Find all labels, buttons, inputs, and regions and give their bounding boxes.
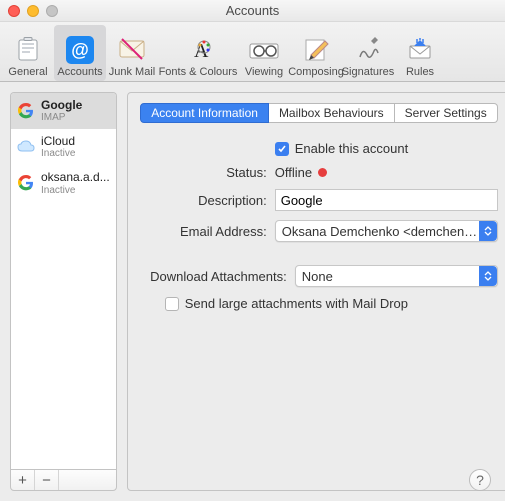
rules-icon [405,35,435,65]
toolbar-label: Viewing [245,66,283,78]
zoom-window-button[interactable] [46,5,58,17]
fonts-colours-icon: A [183,35,213,65]
remove-account-button[interactable]: − [35,470,59,490]
download-attachments-popup[interactable]: None [295,265,498,287]
chevron-up-down-icon [479,221,497,241]
toolbar-rules[interactable]: Rules [394,25,446,81]
detail-tabs: Account Information Mailbox Behaviours S… [140,103,498,123]
google-icon [17,174,35,192]
toolbar-junk-mail[interactable]: Junk Mail [106,25,158,81]
accounts-sidebar: Google IMAP iCloud Inactive oksana.a.d [10,92,117,491]
status-value: Offline [275,165,312,180]
tab-account-information[interactable]: Account Information [140,103,269,123]
account-row-google[interactable]: Google IMAP [11,93,116,129]
mail-drop-checkbox[interactable] [165,297,179,311]
toolbar-label: Composing [288,66,344,78]
download-attachments-value: None [302,269,333,284]
mail-drop-label: Send large attachments with Mail Drop [185,296,408,311]
email-address-value: Oksana Demchenko <demchen… [282,224,497,239]
accounts-list[interactable]: Google IMAP iCloud Inactive oksana.a.d [10,92,117,469]
toolbar-label: General [8,66,47,78]
toolbar-label: Accounts [57,66,102,78]
email-address-label: Email Address: [140,224,275,239]
general-icon [13,35,43,65]
toolbar-general[interactable]: General [2,25,54,81]
account-subtitle: Inactive [41,148,75,159]
enable-account-label: Enable this account [295,141,408,156]
sidebar-footer: + − [10,469,117,491]
svg-text:A: A [194,40,209,62]
junk-mail-icon [117,35,147,65]
toolbar-label: Signatures [342,66,395,78]
help-button[interactable]: ? [469,469,491,491]
account-subtitle: Inactive [41,185,110,196]
account-detail-pane: Account Information Mailbox Behaviours S… [127,92,505,491]
status-label: Status: [140,165,275,180]
viewing-icon [249,35,279,65]
account-name: iCloud [41,135,75,148]
traffic-lights [8,5,58,17]
status-indicator-icon [318,168,327,177]
toolbar-fonts-colours[interactable]: A Fonts & Colours [158,25,238,81]
toolbar-viewing[interactable]: Viewing [238,25,290,81]
chevron-up-down-icon [479,266,497,286]
description-label: Description: [140,193,275,208]
icloud-icon [17,138,35,156]
tab-mailbox-behaviours[interactable]: Mailbox Behaviours [269,103,395,123]
email-address-popup[interactable]: Oksana Demchenko <demchen… [275,220,498,242]
help-icon: ? [476,472,484,488]
toolbar-label: Junk Mail [109,66,155,78]
enable-account-checkbox[interactable] [275,142,289,156]
download-attachments-label: Download Attachments: [140,269,295,284]
toolbar-label: Rules [406,66,434,78]
add-account-button[interactable]: + [11,470,35,490]
preferences-toolbar: General @ Accounts Junk Mail A Fonts & C… [0,22,505,82]
composing-icon [301,35,331,65]
account-row-oksana[interactable]: oksana.a.d... Inactive [11,165,116,201]
svg-text:@: @ [71,40,89,60]
toolbar-signatures[interactable]: Signatures [342,25,394,81]
window-title: Accounts [226,3,279,18]
account-name: oksana.a.d... [41,171,110,184]
toolbar-label: Fonts & Colours [159,66,238,78]
close-window-button[interactable] [8,5,20,17]
signatures-icon [353,35,383,65]
minimize-window-button[interactable] [27,5,39,17]
toolbar-accounts[interactable]: @ Accounts [54,25,106,81]
description-input[interactable] [275,189,498,211]
at-sign-icon: @ [65,35,95,65]
window-titlebar: Accounts [0,0,505,22]
tab-server-settings[interactable]: Server Settings [395,103,498,123]
account-row-icloud[interactable]: iCloud Inactive [11,129,116,165]
account-subtitle: IMAP [41,112,82,123]
toolbar-composing[interactable]: Composing [290,25,342,81]
account-name: Google [41,99,82,112]
google-icon [17,102,35,120]
